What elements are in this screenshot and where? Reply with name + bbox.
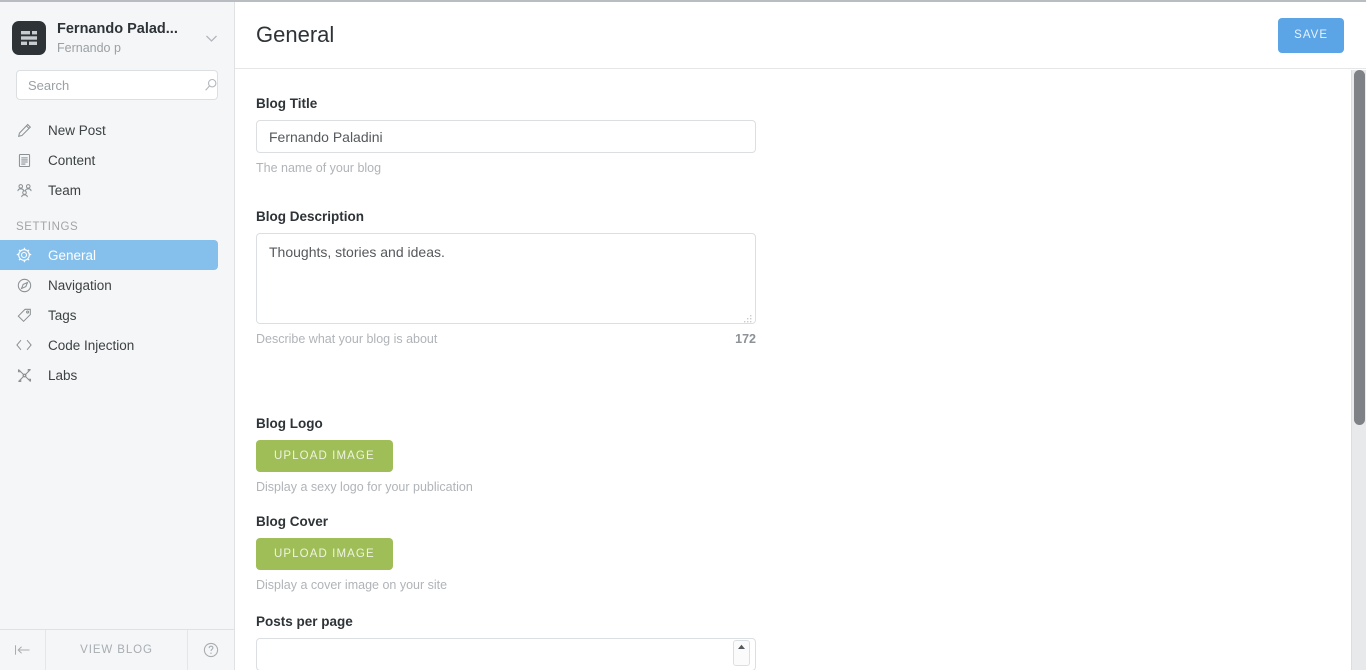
- blog-cover-label: Blog Cover: [256, 514, 329, 529]
- sidebar-item-label: Content: [48, 152, 96, 168]
- vertical-scrollbar[interactable]: [1351, 70, 1366, 670]
- search-container: [0, 70, 234, 112]
- sidebar-item-label: New Post: [48, 122, 106, 138]
- pencil-icon: [14, 121, 34, 139]
- field-blog-title: Blog Title The name of your blog: [256, 96, 756, 175]
- view-blog-button[interactable]: VIEW BLOG: [46, 630, 188, 670]
- search-box[interactable]: [16, 70, 218, 100]
- blog-title-hint-row: The name of your blog: [256, 161, 756, 175]
- blog-description-label: Blog Description: [256, 209, 365, 224]
- ghost-logo-icon: [12, 21, 46, 55]
- sidebar-item-label: Team: [48, 182, 82, 198]
- sidebar-item-tags[interactable]: Tags: [0, 300, 218, 330]
- blog-logo-hint-row: Display a sexy logo for your publication: [256, 480, 756, 494]
- main-header: General SAVE: [235, 2, 1366, 69]
- ghost-admin-window: Fernando Palad... Fernando p Search New …: [0, 0, 1366, 670]
- blog-cover-hint: Display a cover image on your site: [256, 578, 448, 592]
- blog-logo-label: Blog Logo: [256, 416, 323, 431]
- blog-cover-hint-row: Display a cover image on your site: [256, 578, 756, 592]
- character-counter: 172: [735, 332, 756, 346]
- sidebar-item-label: Code Injection: [48, 337, 135, 353]
- field-blog-description: Blog Description Thoughts, stories and i…: [256, 209, 756, 346]
- sidebar-item-code-injection[interactable]: Code Injection: [0, 330, 218, 360]
- question-circle-icon[interactable]: [188, 630, 234, 670]
- code-brackets-icon: [14, 336, 34, 354]
- chevron-down-icon[interactable]: [202, 34, 220, 43]
- gear-icon: [14, 246, 34, 264]
- posts-per-page-input[interactable]: [256, 638, 756, 670]
- sidebar-nav: New Post Content Team SETTINGS General N…: [0, 112, 234, 390]
- posts-per-page-label: Posts per page: [256, 614, 353, 629]
- posts-per-page-wrapper: [256, 638, 756, 670]
- form-column: Blog Title The name of your blog Blog De…: [256, 96, 756, 670]
- blog-cover-upload-button[interactable]: UPLOAD IMAGE: [256, 538, 393, 570]
- sidebar-item-labs[interactable]: Labs: [0, 360, 218, 390]
- sidebar-item-label: Navigation: [48, 277, 112, 293]
- blog-title-hint: The name of your blog: [256, 161, 382, 175]
- sidebar-item-general[interactable]: General: [0, 240, 218, 270]
- settings-form: Blog Title The name of your blog Blog De…: [235, 69, 1366, 670]
- blog-logo-hint: Display a sexy logo for your publication: [256, 480, 473, 494]
- sidebar-item-content[interactable]: Content: [0, 145, 218, 175]
- sidebar-item-new-post[interactable]: New Post: [0, 115, 218, 145]
- collapse-left-icon[interactable]: [0, 630, 46, 670]
- field-blog-logo: Blog Logo UPLOAD IMAGE Display a sexy lo…: [256, 416, 756, 494]
- sidebar-settings-heading: SETTINGS: [16, 221, 79, 233]
- compass-icon: [14, 276, 34, 294]
- tag-icon: [14, 306, 34, 324]
- blog-description-hint-row: Describe what your blog is about 172: [256, 332, 756, 346]
- main-content: General SAVE Blog Title The name of your…: [235, 2, 1366, 670]
- scrollbar-thumb[interactable]: [1354, 70, 1365, 425]
- sidebar-item-team[interactable]: Team: [0, 175, 218, 205]
- sidebar-item-navigation[interactable]: Navigation: [0, 270, 218, 300]
- sidebar-footer: VIEW BLOG: [0, 629, 234, 670]
- sidebar-item-label: Labs: [48, 367, 78, 383]
- document-icon: [14, 151, 34, 169]
- brand-text: Fernando Palad... Fernando p: [57, 21, 202, 55]
- blog-name: Fernando Palad...: [57, 20, 178, 37]
- blog-logo-upload-button[interactable]: UPLOAD IMAGE: [256, 440, 393, 472]
- field-blog-cover: Blog Cover UPLOAD IMAGE Display a cover …: [256, 514, 756, 592]
- sidebar: Fernando Palad... Fernando p Search New …: [0, 2, 235, 670]
- team-icon: [14, 181, 34, 199]
- brand-switcher[interactable]: Fernando Palad... Fernando p: [0, 2, 234, 70]
- blog-description-input[interactable]: Thoughts, stories and ideas.: [256, 233, 756, 324]
- tools-icon: [14, 366, 34, 384]
- sidebar-item-label: Tags: [48, 307, 77, 323]
- search-icon: [204, 78, 218, 92]
- number-spinner-up-icon[interactable]: [733, 640, 750, 666]
- sidebar-item-label: General: [48, 247, 97, 263]
- blog-description-hint: Describe what your blog is about: [256, 332, 438, 346]
- blog-title-input[interactable]: [256, 120, 756, 153]
- user-name: Fernando p: [57, 40, 121, 55]
- page-title: General: [256, 22, 335, 47]
- field-posts-per-page: Posts per page: [256, 614, 756, 670]
- textarea-wrapper: Thoughts, stories and ideas.: [256, 233, 756, 324]
- search-input[interactable]: [28, 77, 204, 93]
- blog-title-label: Blog Title: [256, 96, 318, 111]
- save-button[interactable]: SAVE: [1278, 17, 1344, 53]
